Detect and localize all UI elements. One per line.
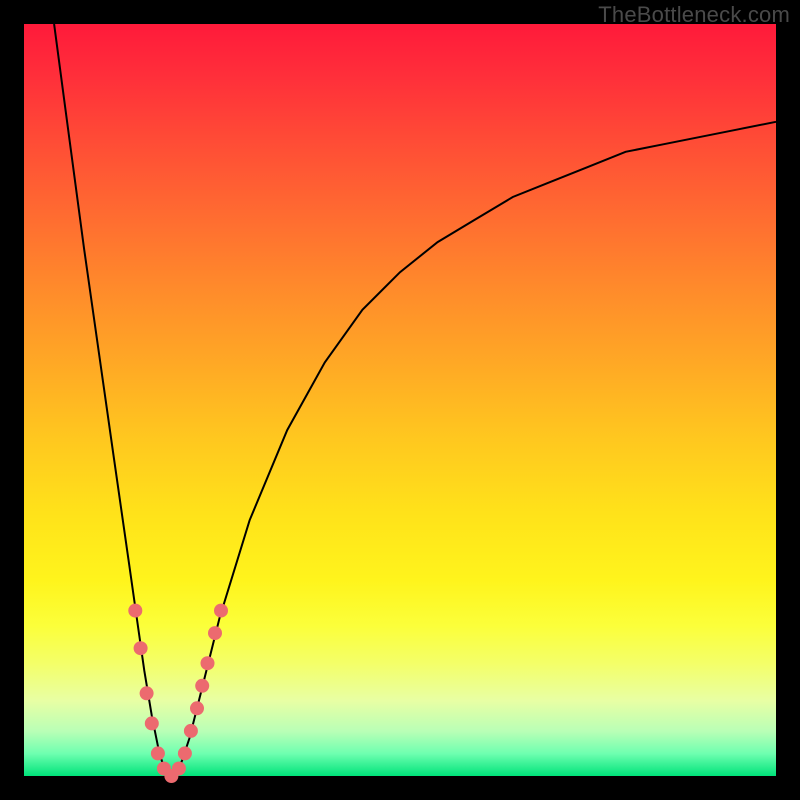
- data-marker: [190, 701, 204, 715]
- curve-layer: [24, 24, 776, 776]
- bottleneck-curve: [54, 24, 776, 776]
- data-marker: [208, 626, 222, 640]
- watermark-text: TheBottleneck.com: [598, 2, 790, 28]
- data-marker: [178, 746, 192, 760]
- data-marker: [128, 604, 142, 618]
- data-marker: [201, 656, 215, 670]
- data-marker: [184, 724, 198, 738]
- data-marker: [195, 679, 209, 693]
- chart-frame: TheBottleneck.com: [0, 0, 800, 800]
- data-marker: [140, 686, 154, 700]
- plot-area: [24, 24, 776, 776]
- data-marker: [172, 762, 186, 776]
- data-marker: [151, 746, 165, 760]
- data-marker: [134, 641, 148, 655]
- data-marker: [214, 604, 228, 618]
- data-marker: [145, 716, 159, 730]
- curve-markers: [128, 604, 228, 783]
